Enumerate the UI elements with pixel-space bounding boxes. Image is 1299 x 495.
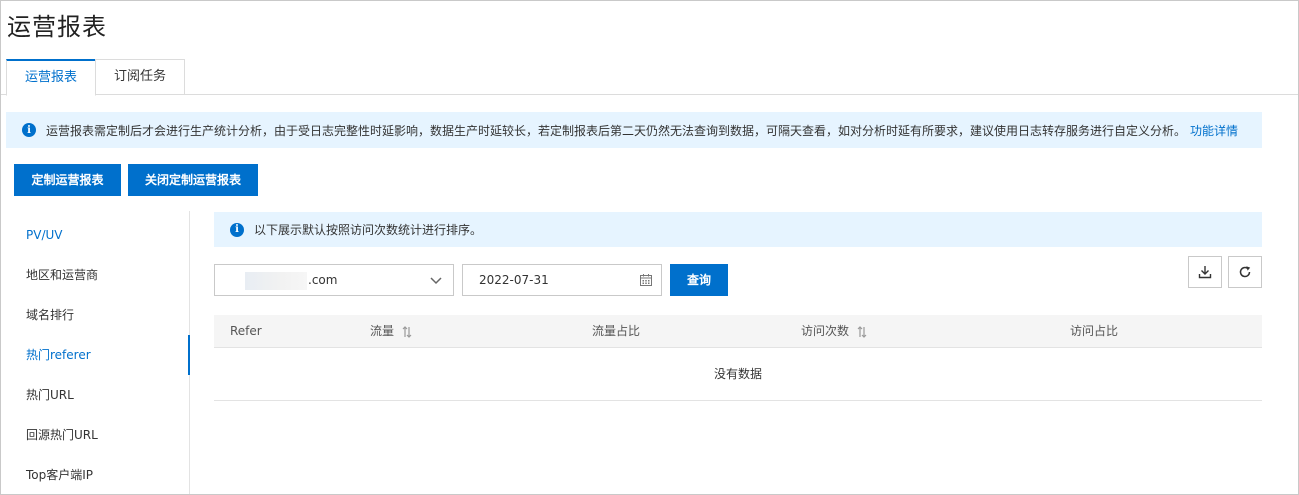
column-header-traffic[interactable]: 流量: [370, 315, 412, 348]
column-header-visits[interactable]: 访问次数: [801, 315, 867, 348]
sidebar-item-pv-uv[interactable]: PV/UV: [1, 215, 190, 255]
date-picker[interactable]: 2022-07-31: [462, 264, 662, 296]
empty-state: 没有数据: [713, 367, 762, 381]
column-header-traffic-ratio: 流量占比: [592, 324, 641, 338]
sort-icon[interactable]: [402, 325, 412, 338]
sidebar-item-top-referer[interactable]: 热门referer: [1, 335, 190, 375]
tab-bar: 运营报表 订阅任务: [1, 59, 1298, 96]
table-header: Refer 流量 流量占比 访问次数 访问占比: [214, 315, 1262, 348]
info-icon: i: [230, 222, 244, 237]
column-header-refer: Refer: [230, 324, 262, 338]
sidebar-item-top-url[interactable]: 热门URL: [1, 375, 190, 415]
column-header-visit-ratio: 访问占比: [1070, 324, 1119, 338]
redacted-domain: [245, 272, 307, 290]
query-button[interactable]: 查询: [670, 264, 728, 296]
sidebar-item-region-isp[interactable]: 地区和运营商: [1, 255, 190, 295]
info-icon: i: [22, 123, 36, 137]
sidebar-item-origin-top-url[interactable]: 回源热门URL: [1, 415, 190, 455]
domain-value: .com: [308, 273, 338, 287]
tab-subscription-task[interactable]: 订阅任务: [95, 59, 185, 95]
sidebar-item-domain-ranking[interactable]: 域名排行: [1, 295, 190, 335]
sidebar-item-top-client-ip[interactable]: Top客户端IP: [1, 455, 190, 494]
download-button[interactable]: [1188, 256, 1222, 288]
calendar-icon: [640, 274, 652, 286]
info-notice: i 运营报表需定制后才会进行生产统计分析，由于受日志完整性时延影响，数据生产时延…: [6, 112, 1262, 148]
sort-notice-text: 以下展示默认按照访问次数统计进行排序。: [254, 223, 483, 237]
referer-table: Refer 流量 流量占比 访问次数 访问占比 没有数据: [214, 315, 1262, 401]
refresh-button[interactable]: [1228, 256, 1262, 288]
date-value: 2022-07-31: [479, 273, 549, 287]
domain-select[interactable]: .com: [214, 264, 454, 296]
refresh-icon: [1239, 266, 1251, 278]
sidebar: PV/UV 地区和运营商 域名排行 热门referer 热门URL 回源热门UR…: [1, 211, 190, 494]
custom-report-button[interactable]: 定制运营报表: [14, 164, 121, 196]
download-icon: [1198, 266, 1212, 279]
page-title: 运营报表: [7, 13, 107, 41]
sort-icon[interactable]: [857, 325, 867, 338]
chevron-down-icon: [430, 277, 442, 285]
table-body: 没有数据: [214, 348, 1262, 401]
feature-details-link[interactable]: 功能详情: [1190, 122, 1238, 139]
sort-notice: i 以下展示默认按照访问次数统计进行排序。: [214, 212, 1262, 247]
tab-operation-report[interactable]: 运营报表: [6, 59, 96, 96]
notice-text: 运营报表需定制后才会进行生产统计分析，由于受日志完整性时延影响，数据生产时延较长…: [46, 123, 1187, 138]
app-frame: 运营报表 运营报表 订阅任务 i 运营报表需定制后才会进行生产统计分析，由于受日…: [0, 0, 1299, 495]
close-custom-report-button[interactable]: 关闭定制运营报表: [128, 164, 258, 196]
